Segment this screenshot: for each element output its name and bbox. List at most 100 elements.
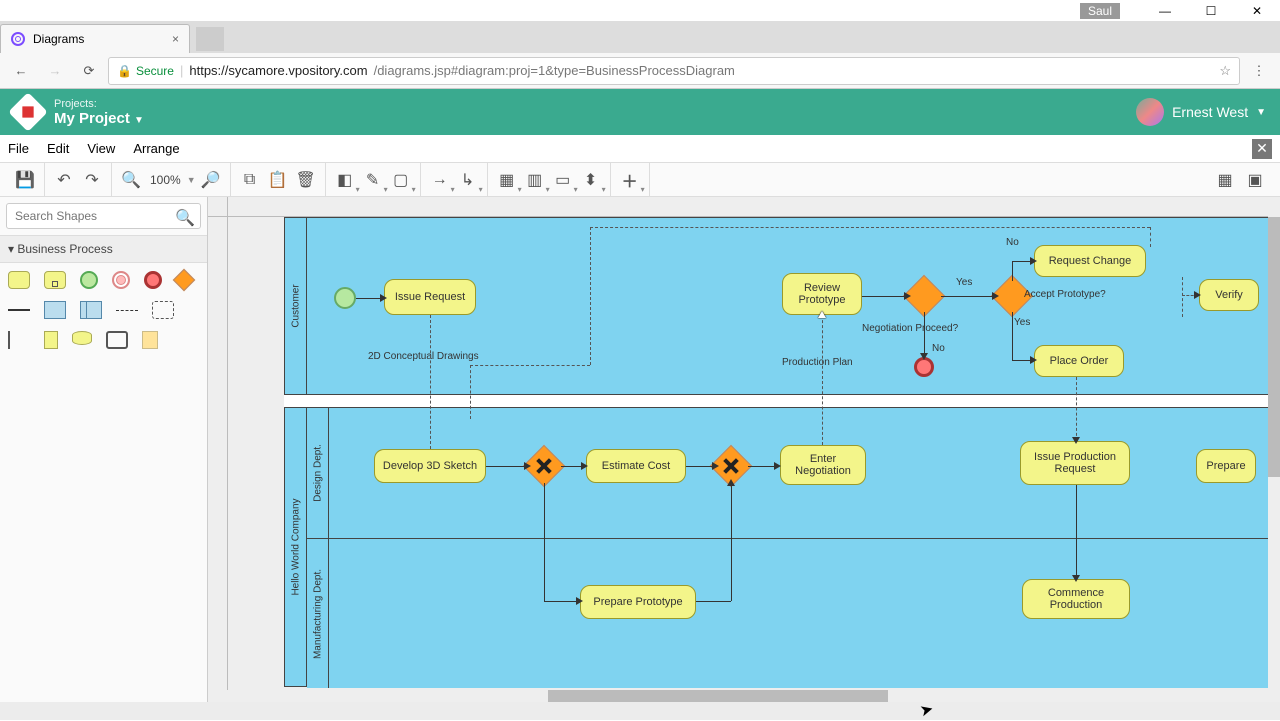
lane-manufacturing[interactable]: Manufacturing Dept. [307, 538, 1280, 688]
task-issue-production[interactable]: Issue Production Request [1020, 441, 1130, 485]
palette-group[interactable] [152, 301, 174, 319]
palette-lane[interactable] [80, 301, 102, 319]
group-icon[interactable]: ▭ [550, 167, 576, 193]
palette-task[interactable] [8, 271, 30, 289]
tab-favicon [11, 32, 25, 46]
outline-panel-icon[interactable]: ▣ [1242, 167, 1268, 193]
task-enter-negotiation[interactable]: Enter Negotiation [780, 445, 866, 485]
zoom-out-icon[interactable]: 🔍 [118, 167, 144, 193]
connector-style-icon[interactable]: → [427, 167, 453, 193]
label-yes1: Yes [956, 277, 972, 288]
palette-pool[interactable] [44, 301, 66, 319]
palette-end-event[interactable] [144, 271, 162, 289]
palette-data-store[interactable] [72, 331, 92, 345]
menu-arrange[interactable]: Arrange [133, 141, 179, 156]
zoom-in-icon[interactable]: 🔎 [198, 167, 224, 193]
status-bar [0, 702, 1280, 720]
order-icon[interactable]: ⬍ [578, 167, 604, 193]
shape-palette [0, 263, 207, 357]
task-develop-sketch[interactable]: Develop 3D Sketch [374, 449, 486, 483]
scrollbar-horizontal-thumb[interactable] [548, 690, 888, 702]
tab-title: Diagrams [33, 32, 84, 46]
app-header: Projects: My Project ▼ Ernest West ▼ [0, 89, 1280, 135]
palette-sequence-flow[interactable] [8, 309, 30, 311]
user-menu[interactable]: Ernest West ▼ [1136, 98, 1266, 126]
distribute-icon[interactable]: ▥ [522, 167, 548, 193]
maximize-button[interactable]: ☐ [1188, 0, 1234, 22]
label-no2: No [932, 343, 945, 354]
secure-indicator: 🔒 Secure [117, 64, 174, 78]
task-prepare-prototype[interactable]: Prepare Prototype [580, 585, 696, 619]
paste-icon[interactable]: 📋 [265, 167, 291, 193]
save-icon[interactable]: 💾 [12, 167, 38, 193]
delete-icon[interactable]: 🗑 [293, 167, 319, 193]
shadow-icon[interactable]: ▢ [388, 167, 414, 193]
close-panel-button[interactable]: ✕ [1252, 139, 1272, 159]
os-user-tag: Saul [1080, 3, 1120, 19]
palette-section-header[interactable]: ▾ Business Process [0, 236, 207, 263]
end-event-negotiation[interactable] [914, 357, 934, 377]
palette-gateway[interactable] [173, 269, 196, 292]
align-icon[interactable]: ▦ [494, 167, 520, 193]
forward-button[interactable]: → [40, 56, 70, 86]
task-place-order[interactable]: Place Order [1034, 345, 1124, 377]
line-color-icon[interactable]: ✎ [360, 167, 386, 193]
browser-address-bar: ← → ⟳ 🔒 Secure | https://sycamore.vposit… [0, 53, 1280, 89]
start-event[interactable] [334, 287, 356, 309]
palette-call-activity[interactable] [106, 331, 128, 349]
url-host: https://sycamore.vpository.com [189, 63, 367, 78]
palette-data-object[interactable] [44, 331, 58, 349]
menu-view[interactable]: View [87, 141, 115, 156]
redo-icon[interactable]: ↷ [79, 167, 105, 193]
ruler-horizontal [228, 197, 1268, 217]
palette-more[interactable] [142, 331, 158, 349]
task-verify[interactable]: Verify [1199, 279, 1259, 311]
palette-start-event[interactable] [80, 271, 98, 289]
undo-icon[interactable]: ↶ [51, 167, 77, 193]
browser-tab[interactable]: Diagrams × [0, 24, 190, 53]
waypoint-icon[interactable]: ↳ [455, 167, 481, 193]
palette-annotation[interactable] [8, 331, 30, 349]
search-icon[interactable]: 🔍 [175, 208, 195, 228]
os-titlebar: Saul — ☐ ✕ [0, 0, 1280, 22]
avatar [1136, 98, 1164, 126]
tab-close-icon[interactable]: × [172, 32, 179, 46]
minimize-button[interactable]: — [1142, 0, 1188, 22]
label-yes2: Yes [1014, 317, 1030, 328]
new-tab-button[interactable] [196, 27, 224, 51]
reload-button[interactable]: ⟳ [74, 56, 104, 86]
close-button[interactable]: ✕ [1234, 0, 1280, 22]
zoom-level[interactable]: 100% [146, 173, 185, 187]
label-no1: No [1006, 237, 1019, 248]
palette-subprocess[interactable] [44, 271, 66, 289]
browser-menu-button[interactable]: ⋮ [1244, 56, 1274, 86]
task-commence-production[interactable]: Commence Production [1022, 579, 1130, 619]
ann-drawings: 2D Conceptual Drawings [368, 351, 479, 362]
task-request-change[interactable]: Request Change [1034, 245, 1146, 277]
diagram-canvas[interactable]: Customer Hello World Company Design Dept… [284, 217, 1280, 687]
search-shapes-input[interactable] [6, 203, 201, 229]
task-prepare[interactable]: Prepare [1196, 449, 1256, 483]
ruler-vertical [208, 217, 228, 690]
back-button[interactable]: ← [6, 56, 36, 86]
task-review-prototype[interactable]: Review Prototype [782, 273, 862, 315]
copy-icon[interactable]: ⧉ [237, 167, 263, 193]
fill-color-icon[interactable]: ◧ [332, 167, 358, 193]
menu-file[interactable]: File [8, 141, 29, 156]
scrollbar-vertical-thumb[interactable] [1268, 217, 1280, 477]
url-field[interactable]: 🔒 Secure | https://sycamore.vpository.co… [108, 57, 1240, 85]
task-issue-request[interactable]: Issue Request [384, 279, 476, 315]
project-selector[interactable]: Projects: My Project ▼ [54, 98, 144, 127]
task-estimate-cost[interactable]: Estimate Cost [586, 449, 686, 483]
scrollbar-vertical[interactable] [1268, 217, 1280, 690]
app-logo[interactable] [8, 92, 48, 132]
menu-edit[interactable]: Edit [47, 141, 69, 156]
add-shape-icon[interactable]: ＋ [617, 167, 643, 193]
format-panel-icon[interactable]: ▦ [1212, 167, 1238, 193]
palette-message-flow[interactable] [116, 310, 138, 311]
scrollbar-horizontal[interactable] [208, 690, 1268, 702]
shape-sidebar: 🔍 ▾ Business Process [0, 197, 208, 702]
bookmark-star-icon[interactable]: ☆ [1219, 63, 1231, 79]
palette-intermediate-event[interactable] [112, 271, 130, 289]
canvas-wrap: Customer Hello World Company Design Dept… [208, 197, 1280, 702]
